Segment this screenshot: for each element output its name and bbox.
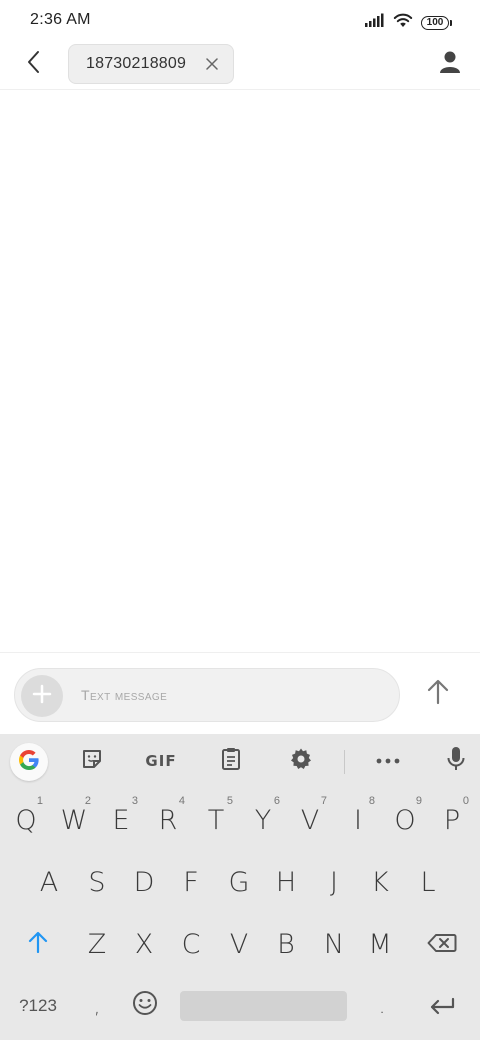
key-b[interactable]: B xyxy=(264,914,308,974)
key-t[interactable]: T5 xyxy=(194,790,238,850)
keyboard: GIF Q 1 W 2 E 3 R 4 T 5 Y 6 V 7 I 8 O 9 … xyxy=(0,734,480,1040)
battery-icon: 100 xyxy=(421,15,452,30)
key-m[interactable]: M xyxy=(358,914,402,974)
status-time: 2:36 AM xyxy=(30,11,91,28)
key-y[interactable]: Y6 xyxy=(241,790,285,850)
gear-icon xyxy=(289,747,313,776)
backspace-icon xyxy=(427,929,457,960)
google-icon xyxy=(17,748,41,777)
keyboard-row-2: A S D F G H J K L xyxy=(0,852,480,912)
key-a[interactable]: A xyxy=(27,852,71,912)
chevron-left-icon xyxy=(26,50,42,79)
shift-arrow-icon xyxy=(28,929,48,960)
key-l[interactable]: L xyxy=(406,852,450,912)
close-icon[interactable] xyxy=(203,55,221,73)
key-c[interactable]: C xyxy=(169,914,213,974)
key-u[interactable]: V7 xyxy=(288,790,332,850)
backspace-key[interactable] xyxy=(418,914,466,974)
message-list[interactable] xyxy=(0,91,480,652)
keyboard-toolbar: GIF xyxy=(0,734,480,788)
key-q[interactable]: Q1 xyxy=(4,790,48,850)
signal-icon xyxy=(365,13,385,32)
clipboard-icon xyxy=(220,747,242,776)
google-search-button[interactable] xyxy=(10,743,48,781)
voice-input-button[interactable] xyxy=(438,743,474,779)
back-button[interactable] xyxy=(18,48,50,80)
emoji-key[interactable] xyxy=(122,976,168,1036)
key-i[interactable]: I8 xyxy=(336,790,380,850)
key-f[interactable]: F xyxy=(169,852,213,912)
key-v[interactable]: V xyxy=(217,914,261,974)
key-n[interactable]: N xyxy=(312,914,356,974)
enter-icon xyxy=(429,991,455,1022)
plus-icon xyxy=(32,684,52,709)
space-key[interactable] xyxy=(180,991,347,1021)
key-o[interactable]: O9 xyxy=(383,790,427,850)
keyboard-row-4: ?123 , . xyxy=(0,976,480,1036)
recipient-chip[interactable]: 18730218809 xyxy=(68,44,234,84)
settings-button[interactable] xyxy=(283,743,319,779)
conversation-header: 18730218809 xyxy=(0,42,480,90)
status-icons: 100 xyxy=(365,12,452,33)
key-j[interactable]: J xyxy=(312,852,356,912)
more-icon xyxy=(376,752,400,770)
person-icon xyxy=(439,50,461,79)
keyboard-row-1: Q1 W2 E3 R4 T5 Y6 V7 I8 O9 P0 xyxy=(0,790,480,850)
key-e[interactable]: E3 xyxy=(99,790,143,850)
sticker-button[interactable] xyxy=(74,743,110,779)
contact-button[interactable] xyxy=(434,48,466,80)
key-r[interactable]: R4 xyxy=(146,790,190,850)
more-button[interactable] xyxy=(370,743,406,779)
key-d[interactable]: D xyxy=(122,852,166,912)
comma-key[interactable]: , xyxy=(75,976,119,1036)
symbols-key[interactable]: ?123 xyxy=(12,976,64,1036)
compose-field xyxy=(14,668,400,722)
battery-level: 100 xyxy=(421,15,449,30)
attach-button[interactable] xyxy=(21,675,63,717)
compose-bar xyxy=(0,652,480,734)
keyboard-row-3: Z X C V B N M xyxy=(0,914,480,974)
key-w[interactable]: W2 xyxy=(52,790,96,850)
shift-key[interactable] xyxy=(14,914,62,974)
enter-key[interactable] xyxy=(418,976,466,1036)
message-input[interactable] xyxy=(81,669,381,721)
microphone-icon xyxy=(447,746,465,777)
clipboard-button[interactable] xyxy=(213,743,249,779)
wifi-icon xyxy=(393,12,413,33)
recipient-number: 18730218809 xyxy=(86,55,187,72)
key-h[interactable]: H xyxy=(264,852,308,912)
gif-button[interactable]: GIF xyxy=(140,743,182,779)
toolbar-divider xyxy=(344,750,345,774)
key-x[interactable]: X xyxy=(122,914,166,974)
status-bar: 2:36 AM 100 xyxy=(0,0,480,42)
key-k[interactable]: K xyxy=(358,852,402,912)
period-key[interactable]: . xyxy=(360,976,404,1036)
arrow-up-icon xyxy=(427,679,449,710)
emoji-icon xyxy=(132,990,158,1023)
key-g[interactable]: G xyxy=(217,852,261,912)
key-z[interactable]: Z xyxy=(75,914,119,974)
key-s[interactable]: S xyxy=(75,852,119,912)
key-p[interactable]: P0 xyxy=(430,790,474,850)
sticker-icon xyxy=(80,747,104,776)
send-button[interactable] xyxy=(422,677,454,711)
